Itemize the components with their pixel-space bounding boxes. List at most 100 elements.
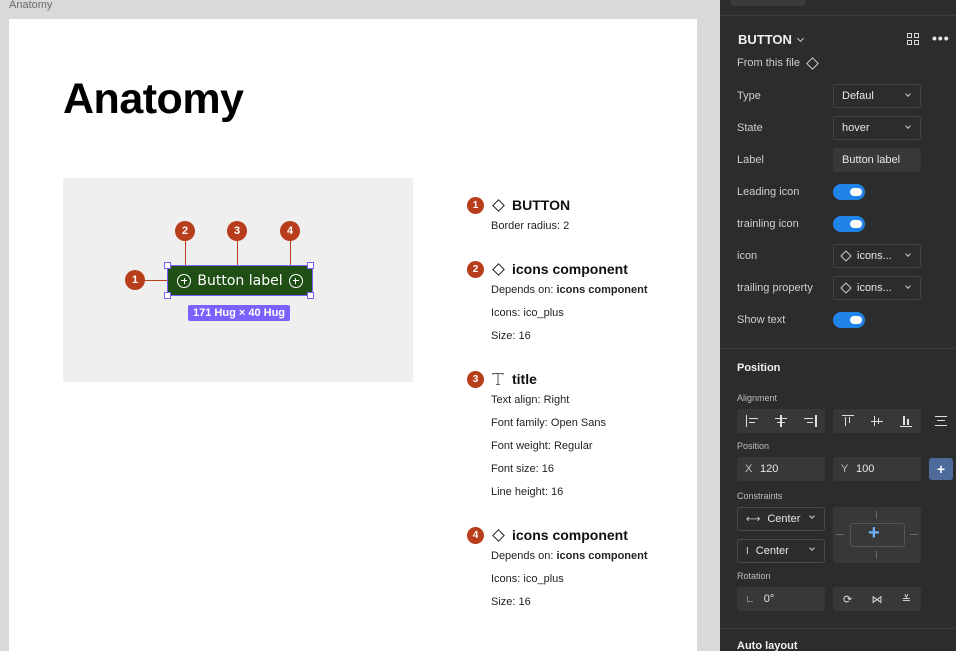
property-row-trailing-property: trailing property icons... [737, 276, 942, 300]
size-badge: 171 Hug × 40 Hug [188, 305, 291, 321]
anatomy-property-value: 2 [563, 220, 570, 232]
toggle-switch[interactable] [833, 312, 865, 328]
constraints-widget[interactable]: + [833, 507, 921, 563]
anatomy-item-2: 2 icons component Depends on: icons compon… [467, 259, 648, 348]
add-position-button[interactable]: + [929, 458, 953, 480]
panel-tab-design[interactable] [730, 0, 806, 6]
marker-3: 3 [227, 221, 247, 241]
anatomy-property-value: Right [543, 394, 570, 406]
anatomy-item-1: 1 BUTTON Border radius: 2 [467, 195, 570, 238]
property-text-input[interactable]: Button label [833, 148, 921, 172]
anatomy-property-key: Size: [491, 330, 516, 342]
align-bottom-icon[interactable] [899, 415, 913, 428]
property-label: icon [737, 250, 758, 262]
anatomy-property: Border radius: 2 [491, 215, 570, 238]
toggle-switch[interactable] [833, 184, 865, 200]
vertical-constraint-select[interactable]: I Center [737, 539, 825, 563]
more-options-icon[interactable]: ••• [932, 30, 950, 46]
chevron-down-icon [796, 34, 804, 42]
design-canvas[interactable]: Anatomy Anatomy 1 2 3 4 Button label 171… [0, 0, 720, 651]
marker-line-4 [290, 241, 291, 265]
property-select[interactable]: Defaul [833, 84, 921, 108]
anatomy-property-key: Depends on: [491, 550, 554, 562]
property-row-trainling-icon: trainling icon [737, 212, 942, 236]
preview-button[interactable]: Button label [167, 265, 313, 296]
frame-label[interactable]: Anatomy [9, 0, 52, 11]
property-value: Defaul [842, 90, 874, 102]
plus-circle-icon [177, 273, 192, 288]
chevron-down-icon [905, 123, 911, 129]
marker-line-3 [237, 241, 238, 265]
rotation-value: 0° [763, 593, 775, 605]
anatomy-property-key: Icons: [491, 573, 521, 585]
anatomy-property: Size: 16 [491, 325, 648, 348]
angle-icon: ∟ [745, 593, 755, 605]
resize-handle-bl[interactable] [164, 292, 171, 299]
chevron-down-icon [809, 545, 815, 551]
property-value: Button label [842, 154, 901, 166]
resize-handle-br[interactable] [307, 292, 314, 299]
anatomy-marker: 2 [467, 260, 484, 278]
distribute-icon[interactable] [934, 415, 948, 427]
component-name-dropdown[interactable]: BUTTON [738, 32, 804, 47]
anatomy-frame[interactable]: Anatomy 1 2 3 4 Button label 171 Hug × 4… [9, 19, 697, 651]
rotation-input[interactable]: ∟ 0° [737, 587, 825, 611]
instance-grid-icon[interactable] [907, 33, 919, 45]
instance-swap-select[interactable]: icons... [833, 244, 921, 268]
resize-handle-tl[interactable] [164, 262, 171, 269]
diamond-icon [491, 528, 505, 542]
property-row-type: Type Defaul [737, 84, 942, 108]
chevron-down-icon [809, 513, 815, 519]
vertical-constraint-icon: I [746, 545, 749, 557]
from-this-file[interactable]: From this file [737, 56, 819, 70]
anatomy-property-value: ico_plus [523, 307, 564, 319]
anatomy-item-header: 4 icons component [467, 525, 648, 545]
anatomy-property-key: Font size: [491, 463, 539, 475]
constraint-center-icon[interactable]: + [868, 521, 880, 545]
anatomy-property: Font size: 16 [491, 458, 606, 481]
x-position-input[interactable]: X 120 [737, 457, 825, 481]
anatomy-property: Depends on: icons component [491, 545, 648, 568]
toggle-switch[interactable] [833, 216, 865, 232]
component-preview: 1 2 3 4 Button label 171 Hug × 40 Hug [63, 178, 413, 382]
anatomy-item-title: BUTTON [512, 197, 571, 213]
align-middle-icon[interactable] [870, 415, 884, 427]
y-position-input[interactable]: Y 100 [833, 457, 921, 481]
preview-button-label: Button label [197, 272, 283, 289]
chevron-down-icon [905, 251, 911, 257]
component-diamond-icon [840, 250, 852, 262]
position-label: Position [737, 441, 770, 451]
property-label: trailing property [737, 282, 813, 294]
marker-4: 4 [280, 221, 300, 241]
anatomy-property-key: Size: [491, 596, 516, 608]
y-key: Y [841, 463, 849, 475]
rotate-icon[interactable]: ⟳ [841, 592, 855, 606]
component-diamond-icon [806, 56, 819, 70]
property-select[interactable]: hover [833, 116, 921, 140]
divider [720, 348, 956, 349]
anatomy-property-value: 16 [518, 596, 531, 608]
anatomy-property-value: 16 [541, 463, 554, 475]
anatomy-property: Text align: Right [491, 389, 606, 412]
resize-handle-tr[interactable] [307, 262, 314, 269]
property-row-leading-icon: Leading icon [737, 180, 942, 204]
align-center-horizontal-icon[interactable] [774, 415, 788, 427]
align-top-icon[interactable] [841, 415, 855, 427]
marker-2: 2 [175, 221, 195, 241]
anatomy-property: Icons: ico_plus [491, 302, 648, 325]
chevron-down-icon [905, 91, 911, 97]
from-file-label: From this file [737, 57, 800, 69]
property-value: hover [842, 122, 870, 134]
diamond-icon [491, 262, 505, 276]
flip-horizontal-icon[interactable]: ⋈ [870, 592, 884, 606]
instance-swap-select[interactable]: icons... [833, 276, 921, 300]
property-label: trainling icon [737, 218, 799, 230]
flip-vertical-icon[interactable]: ≚ [899, 592, 913, 606]
align-right-icon[interactable] [803, 415, 817, 427]
position-section-title: Position [737, 362, 781, 374]
property-row-show-text: Show text [737, 308, 942, 332]
anatomy-property: Icons: ico_plus [491, 568, 648, 591]
divider [720, 628, 956, 629]
horizontal-constraint-select[interactable]: ⟷ Center [737, 507, 825, 531]
align-left-icon[interactable] [745, 415, 759, 427]
